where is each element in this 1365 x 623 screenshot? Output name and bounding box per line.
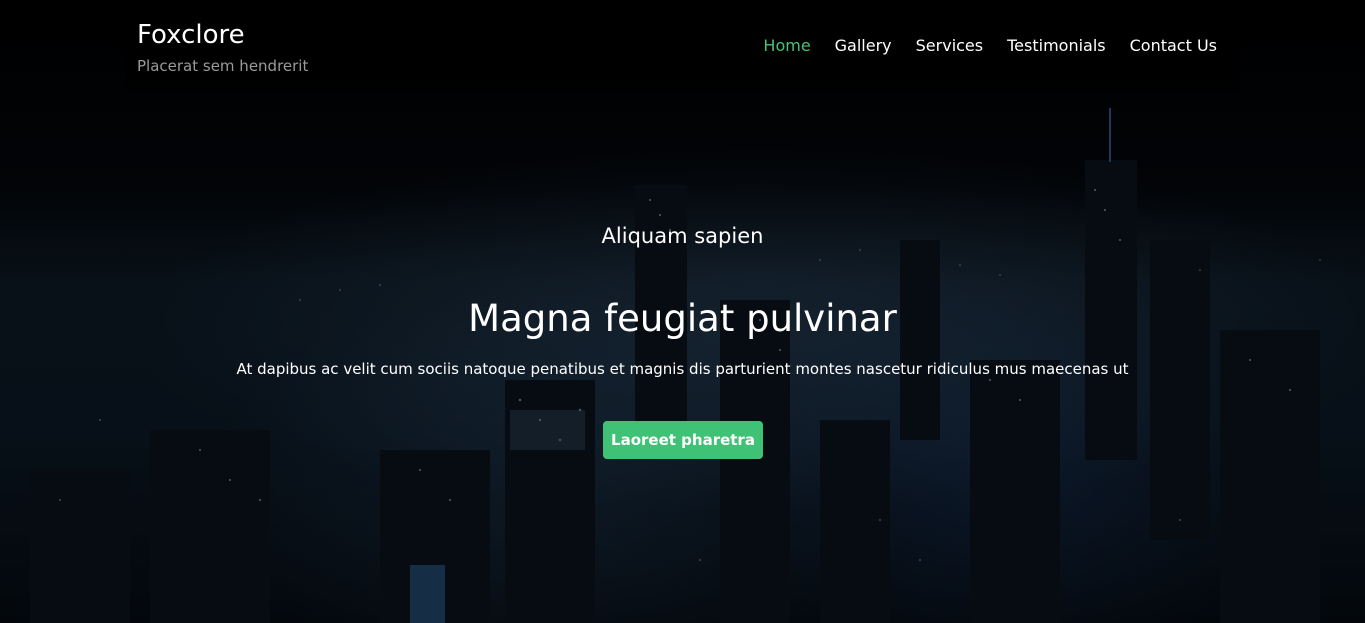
site-logo-title[interactable]: Foxclore [137,18,308,52]
nav-item-home[interactable]: Home [763,36,810,56]
nav-item-services[interactable]: Services [916,36,983,56]
site-tagline: Placerat sem hendrerit [137,57,309,75]
hero-subtext: At dapibus ac velit cum sociis natoque p… [236,360,1129,378]
nav-item-gallery[interactable]: Gallery [835,36,892,56]
brand: Foxclore Placerat sem hendrerit [137,18,308,76]
hero-cta-button[interactable]: Laoreet pharetra [603,421,763,459]
nav-item-contact-us[interactable]: Contact Us [1130,36,1217,56]
main-nav: Home Gallery Services Testimonials Conta… [763,36,1217,56]
nav-item-testimonials[interactable]: Testimonials [1007,36,1106,56]
hero-kicker: Aliquam sapien [601,224,764,248]
hero-headline: Magna feugiat pulvinar [468,297,897,340]
